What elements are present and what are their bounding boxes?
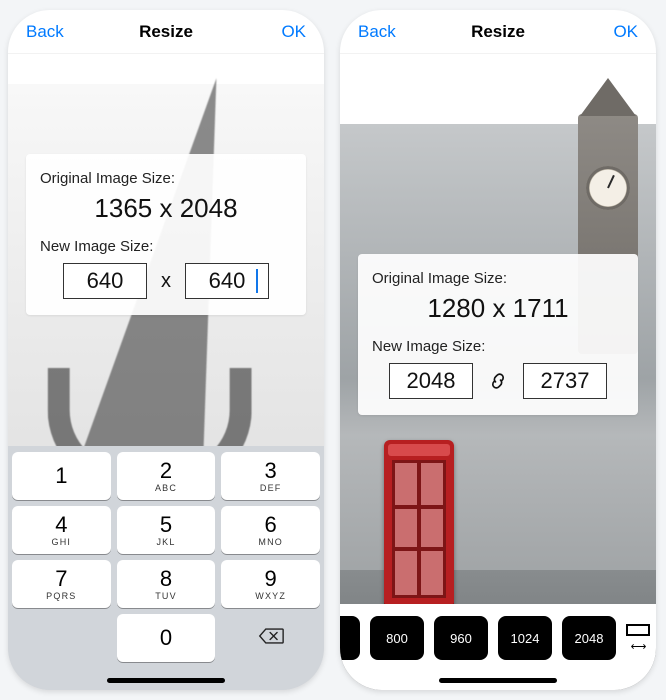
preset-button-800[interactable]: 800 bbox=[370, 616, 424, 660]
original-size-value: 1365 x 2048 bbox=[40, 187, 292, 234]
numeric-keypad: 1 2ABC 3DEF 4GHI 5JKL 6MNO 7PQRS 8TUV 9W… bbox=[8, 446, 324, 690]
height-input[interactable]: 640 bbox=[185, 263, 269, 299]
key-9[interactable]: 9WXYZ bbox=[221, 560, 320, 608]
resize-panel: Original Image Size: 1365 x 2048 New Ima… bbox=[26, 154, 306, 315]
navbar: Back Resize OK bbox=[8, 10, 324, 54]
crop-rect-icon bbox=[626, 624, 650, 636]
original-size-label: Original Image Size: bbox=[372, 270, 624, 287]
dimension-separator: x bbox=[161, 270, 171, 293]
preset-button-2048[interactable]: 2048 bbox=[562, 616, 616, 660]
width-arrow-icon: ⟷ bbox=[631, 640, 646, 653]
preset-button-prev[interactable] bbox=[340, 616, 360, 660]
new-size-label: New Image Size: bbox=[40, 238, 292, 255]
width-input[interactable]: 640 bbox=[63, 263, 147, 299]
custom-size-button[interactable]: ⟷ bbox=[626, 624, 650, 653]
key-4[interactable]: 4GHI bbox=[12, 506, 111, 554]
ok-button[interactable]: OK bbox=[262, 22, 306, 42]
back-button[interactable]: Back bbox=[26, 22, 70, 42]
navbar: Back Resize OK bbox=[340, 10, 656, 54]
phone-resize-presets: Back Resize OK Original Image Size: 1280… bbox=[340, 10, 656, 690]
clock-illustration bbox=[586, 166, 630, 210]
home-indicator[interactable] bbox=[439, 678, 557, 683]
resize-panel: Original Image Size: 1280 x 1711 New Ima… bbox=[358, 254, 638, 415]
backspace-icon bbox=[258, 626, 284, 651]
key-blank bbox=[12, 614, 111, 662]
preset-button-1024[interactable]: 1024 bbox=[498, 616, 552, 660]
content-area: Original Image Size: 1280 x 1711 New Ima… bbox=[340, 54, 656, 690]
new-size-label: New Image Size: bbox=[372, 338, 624, 355]
page-title: Resize bbox=[402, 22, 594, 42]
backspace-key[interactable] bbox=[221, 614, 320, 662]
key-3[interactable]: 3DEF bbox=[221, 452, 320, 500]
key-7[interactable]: 7PQRS bbox=[12, 560, 111, 608]
aspect-lock-icon[interactable] bbox=[487, 370, 509, 392]
page-title: Resize bbox=[70, 22, 262, 42]
ok-button[interactable]: OK bbox=[594, 22, 638, 42]
key-1[interactable]: 1 bbox=[12, 452, 111, 500]
width-input[interactable]: 2048 bbox=[389, 363, 473, 399]
key-6[interactable]: 6MNO bbox=[221, 506, 320, 554]
content-area: Original Image Size: 1365 x 2048 New Ima… bbox=[8, 54, 324, 690]
home-indicator[interactable] bbox=[107, 678, 225, 683]
phone-resize-keypad: Back Resize OK Original Image Size: 1365… bbox=[8, 10, 324, 690]
height-input[interactable]: 2737 bbox=[523, 363, 607, 399]
back-button[interactable]: Back bbox=[358, 22, 402, 42]
phonebooth-illustration bbox=[384, 440, 454, 610]
key-2[interactable]: 2ABC bbox=[117, 452, 216, 500]
key-0[interactable]: 0 bbox=[117, 614, 216, 662]
key-5[interactable]: 5JKL bbox=[117, 506, 216, 554]
original-size-label: Original Image Size: bbox=[40, 170, 292, 187]
preset-button-960[interactable]: 960 bbox=[434, 616, 488, 660]
key-8[interactable]: 8TUV bbox=[117, 560, 216, 608]
original-size-value: 1280 x 1711 bbox=[372, 287, 624, 334]
